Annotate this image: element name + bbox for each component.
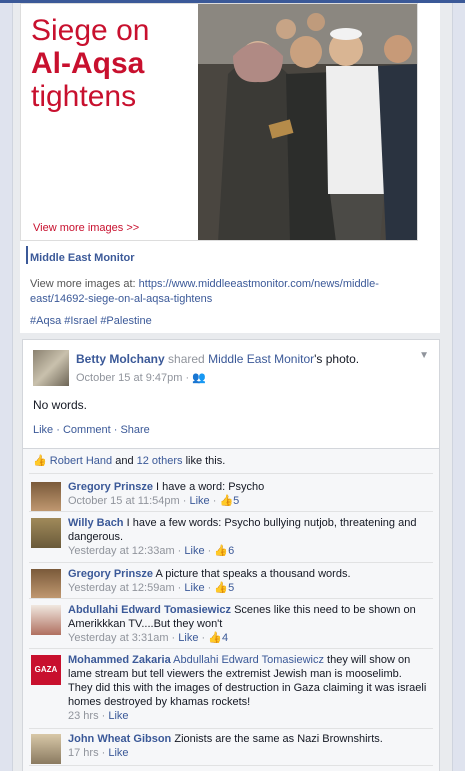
comment-like-button[interactable]: Like xyxy=(184,582,204,594)
share-button[interactable]: Share xyxy=(120,424,149,436)
comment-time[interactable]: 23 hrs xyxy=(68,710,99,722)
comment-text: Zionists are the same as Nazi Brownshirt… xyxy=(174,733,383,745)
divider xyxy=(29,648,433,649)
comment-like-count[interactable]: 4 xyxy=(222,632,228,644)
comment-button[interactable]: Comment xyxy=(63,424,111,436)
headline-line-1: Siege on xyxy=(31,14,150,47)
commenter-name[interactable]: Abdullahi Edward Tomasiewicz xyxy=(68,604,231,616)
like-button[interactable]: Like xyxy=(33,424,53,436)
divider xyxy=(29,511,433,512)
comment-meta: 17 hrs · Like xyxy=(68,747,129,759)
thumbs-up-icon: 👍 xyxy=(214,545,229,557)
right-border xyxy=(452,0,465,771)
photo-headline: Siege on Al-Aqsa tightens xyxy=(31,14,196,113)
divider xyxy=(29,765,433,766)
privacy-friends-icon[interactable]: · 👥 xyxy=(185,372,205,384)
likes-tail: like this. xyxy=(185,455,226,467)
comment-like-count[interactable]: 5 xyxy=(228,582,234,594)
comment-text: I have a word: Psycho xyxy=(156,481,265,493)
comment-like-button[interactable]: Like xyxy=(184,545,204,557)
left-border xyxy=(0,0,13,771)
share-post: Betty Molchany shared Middle East Monito… xyxy=(22,339,440,449)
likes-and: and xyxy=(115,455,134,467)
comment-like-button[interactable]: Like xyxy=(178,632,198,644)
hashtags[interactable]: #Aqsa #Israel #Palestine xyxy=(30,315,152,327)
comment-like-button[interactable]: Like xyxy=(189,495,209,507)
comment-body: Willy Bach I have a few words: Psycho bu… xyxy=(68,516,428,558)
divider xyxy=(29,473,433,474)
comment-body: Abdullahi Edward Tomasiewicz Scenes like… xyxy=(68,603,428,645)
comment-body: Mohammed Zakaria Abdullahi Edward Tomasi… xyxy=(68,653,428,723)
comment-meta: Yesterday at 12:59am · Like · 👍5 xyxy=(68,582,235,594)
commenter-avatar[interactable] xyxy=(31,518,61,548)
comment-text: A picture that speaks a thousand words. xyxy=(155,568,351,580)
others-link[interactable]: 12 others xyxy=(137,455,183,467)
thumbs-up-icon: 👍 xyxy=(214,582,229,594)
post-header: Betty Molchany shared Middle East Monito… xyxy=(76,352,359,366)
comment-meta: October 15 at 11:54pm · Like · 👍5 xyxy=(68,495,240,507)
commenter-name[interactable]: Mohammed Zakaria xyxy=(68,654,171,666)
divider xyxy=(29,728,433,729)
comment-like-count[interactable]: 6 xyxy=(228,545,234,557)
comments-section: 👍 Robert Hand and 12 others like this. G… xyxy=(22,449,440,771)
commenter-name[interactable]: Willy Bach xyxy=(68,517,124,529)
chevron-down-icon[interactable]: ▼ xyxy=(419,350,429,361)
comment-like-count[interactable]: 5 xyxy=(233,495,239,507)
commenter-avatar[interactable]: GAZA xyxy=(31,655,61,685)
headline-line-3: tightens xyxy=(31,80,137,113)
commenter-name[interactable]: Gregory Prinsze xyxy=(68,481,153,493)
crowd-photo-image xyxy=(198,4,417,240)
view-more-prefix: View more images at: xyxy=(30,278,136,290)
photo-suffix: 's photo. xyxy=(314,352,360,366)
divider xyxy=(29,598,433,599)
comment-like-button[interactable]: Like xyxy=(108,747,128,759)
comment-time[interactable]: 17 hrs xyxy=(68,747,99,759)
comment-time[interactable]: Yesterday at 12:33am xyxy=(68,545,175,557)
comment-time[interactable]: Yesterday at 12:59am xyxy=(68,582,175,594)
commenter-avatar[interactable] xyxy=(31,734,61,764)
link-accent-bar xyxy=(26,246,28,264)
view-more-description: View more images at: https://www.middlee… xyxy=(30,277,435,307)
thumbs-up-icon: 👍 xyxy=(219,495,234,507)
view-more-images-link[interactable]: View more images >> xyxy=(33,222,139,234)
comment-meta: Yesterday at 12:33am · Like · 👍6 xyxy=(68,545,235,557)
comment-body: John Wheat Gibson Zionists are the same … xyxy=(68,732,428,760)
headline-line-2: Al-Aqsa xyxy=(31,47,145,80)
liker-link[interactable]: Robert Hand xyxy=(50,455,112,467)
commenter-name[interactable]: Gregory Prinsze xyxy=(68,568,153,580)
thumbs-up-icon: 👍 xyxy=(33,455,47,467)
commenter-avatar[interactable] xyxy=(31,482,61,512)
commenter-name[interactable]: John Wheat Gibson xyxy=(68,733,171,745)
comment-meta: Yesterday at 3:31am · Like · 👍4 xyxy=(68,632,229,644)
comment-body: Gregory Prinsze A picture that speaks a … xyxy=(68,567,428,595)
thumbs-up-icon: 👍 xyxy=(208,632,222,644)
comment-like-button[interactable]: Like xyxy=(108,710,128,722)
likes-summary: 👍 Robert Hand and 12 others like this. xyxy=(33,454,225,467)
commenter-avatar[interactable] xyxy=(31,569,61,599)
post-timestamp[interactable]: October 15 at 9:47pm xyxy=(76,372,182,384)
divider xyxy=(29,562,433,563)
post-meta: October 15 at 9:47pm · 👥 xyxy=(76,371,206,384)
post-actions: Like · Comment · Share xyxy=(33,424,150,436)
author-avatar[interactable] xyxy=(33,350,69,386)
commenter-avatar[interactable] xyxy=(31,605,61,635)
comment-body: Gregory Prinsze I have a word: Psycho Oc… xyxy=(68,480,428,508)
comment-time[interactable]: Yesterday at 3:31am xyxy=(68,632,169,644)
shared-page-link[interactable]: Middle East Monitor xyxy=(208,352,314,366)
link-source-title[interactable]: Middle East Monitor xyxy=(30,252,135,264)
shared-photo[interactable]: Siege on Al-Aqsa tightens View more imag… xyxy=(20,3,418,241)
shared-label: shared xyxy=(168,352,205,366)
comment-time[interactable]: October 15 at 11:54pm xyxy=(68,495,180,507)
post-text: No words. xyxy=(33,398,88,412)
comment-meta: 23 hrs · Like xyxy=(68,710,129,722)
post-author-link[interactable]: Betty Molchany xyxy=(76,352,165,366)
mention-link[interactable]: Abdullahi Edward Tomasiewicz xyxy=(173,654,324,666)
